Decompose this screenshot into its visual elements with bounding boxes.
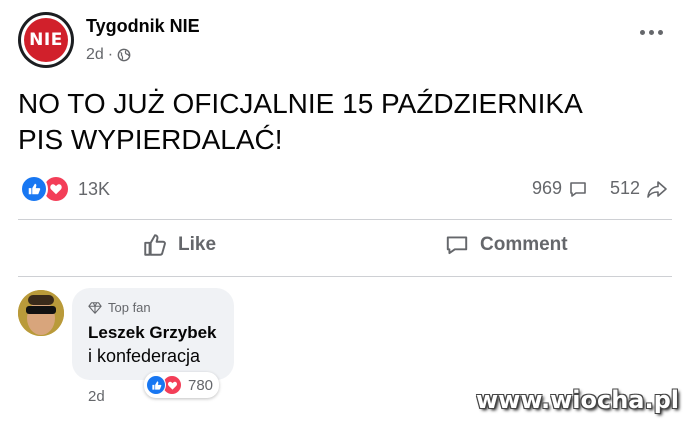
page-name[interactable]: Tygodnik NIE [86, 16, 200, 37]
avatar-ring: NIE [21, 15, 71, 65]
divider [18, 276, 672, 277]
more-dot [649, 30, 654, 35]
globe-icon[interactable] [117, 48, 131, 62]
commenter-avatar[interactable] [18, 290, 64, 336]
comment-reactions[interactable]: 780 [144, 372, 220, 398]
badge-label: Top fan [108, 300, 151, 315]
comment-bubble-icon [570, 181, 586, 197]
post-time[interactable]: 2d [86, 46, 104, 64]
like-reaction-icon [20, 175, 48, 203]
reaction-count: 13K [78, 178, 111, 199]
comment-author[interactable]: Leszek Grzybek [88, 323, 217, 343]
comment-count: 969 [532, 178, 563, 198]
divider [18, 219, 672, 220]
comment-label: Comment [480, 234, 568, 255]
share-count-link[interactable]: 512 [610, 178, 668, 199]
post-meta: 2d · [86, 46, 131, 64]
share-arrow-icon [647, 180, 667, 198]
more-dot [640, 30, 645, 35]
share-count: 512 [610, 178, 641, 198]
like-reaction-icon [146, 375, 166, 395]
site-watermark: www.wiocha.pl [475, 386, 679, 414]
avatar-logo: NIE [24, 18, 68, 62]
diamond-icon [88, 301, 102, 314]
comment-text: i konfederacja [88, 346, 201, 366]
comment-count-link[interactable]: 969 [532, 178, 588, 199]
comment-icon [446, 236, 468, 255]
reactions-summary[interactable]: 13K [20, 175, 110, 203]
avatar-photo [18, 290, 64, 336]
comment-time[interactable]: 2d [88, 388, 105, 405]
comment-reaction-count: 780 [188, 376, 214, 394]
post-text: NO TO JUŻ OFICJALNIE 15 PAŹDZIERNIKA PIS… [18, 88, 583, 155]
thumbs-up-icon [144, 234, 166, 256]
like-button[interactable]: Like [142, 232, 216, 258]
more-icon[interactable] [640, 30, 663, 35]
like-label: Like [178, 234, 217, 255]
more-dot [658, 30, 663, 35]
top-fan-badge: Top fan [88, 300, 151, 315]
meta-separator: · [107, 46, 114, 63]
comment-button[interactable]: Comment [444, 232, 568, 258]
page-avatar[interactable]: NIE [18, 12, 74, 68]
